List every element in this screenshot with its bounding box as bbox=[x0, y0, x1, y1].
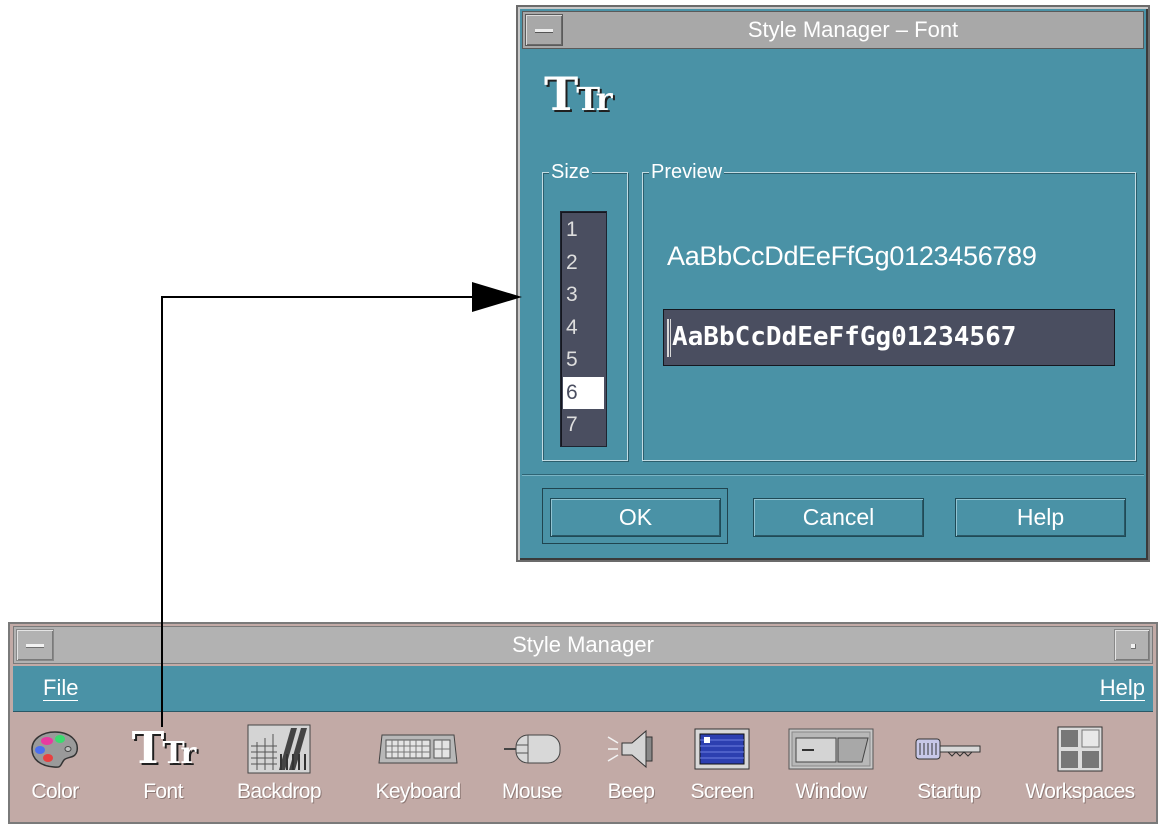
connector-arrow bbox=[161, 282, 522, 727]
